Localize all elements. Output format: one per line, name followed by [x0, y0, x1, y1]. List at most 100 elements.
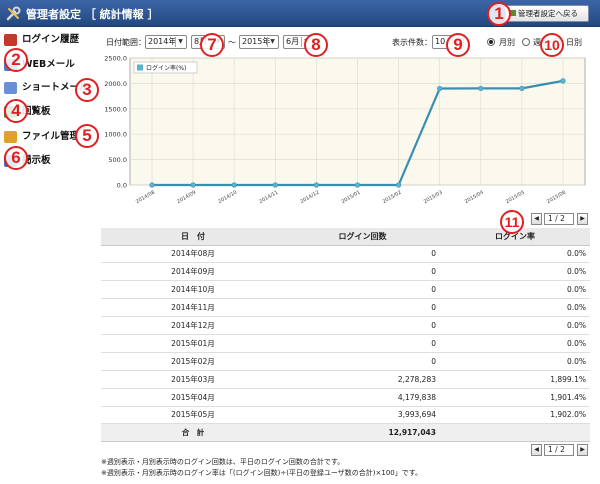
total-login-count: 12,917,043	[285, 423, 440, 443]
y-tick-label: 500.0	[108, 156, 127, 164]
x-tick-label: 2015/04	[464, 190, 485, 206]
data-point	[519, 85, 525, 91]
column-header-login-count: ログイン回数	[285, 228, 440, 246]
page-select[interactable]: 1 / 2	[544, 213, 574, 225]
login-rate-chart: 0.0 500.0 1000.0 1500.0 2000.0 2500.0 2014/08 2…	[101, 52, 590, 212]
page-title: 管理者設定 ［ 統計情報 ］	[26, 8, 159, 21]
short-mail-icon	[4, 82, 17, 94]
cell-login-rate: 0.0%	[440, 280, 590, 300]
to-year-select[interactable]: 2015年 ▼	[239, 35, 279, 49]
table-row: 2014年10月 0 0.0%	[101, 280, 590, 300]
page-select[interactable]: 1 / 2	[544, 444, 574, 456]
callout-marker: 2	[4, 48, 28, 72]
cell-date: 2015年03月	[101, 370, 285, 389]
table-row: 2014年11月 0 0.0%	[101, 298, 590, 318]
table-row: 2015年03月 2,278,283 1,899.1%	[101, 370, 590, 389]
cell-login-rate: 1,902.0%	[440, 406, 590, 425]
data-point	[231, 182, 237, 188]
x-tick-label: 2014/12	[299, 190, 320, 206]
sidebar-item-label: ログイン履歴	[22, 34, 80, 45]
cell-login-rate: 1,901.4%	[440, 388, 590, 407]
period-weekly-radio[interactable]	[522, 38, 530, 46]
callout-marker: 4	[4, 99, 28, 123]
cell-login-count: 0	[285, 316, 440, 335]
callout-marker: 6	[4, 146, 28, 170]
display-count-label: 表示件数：	[392, 38, 432, 47]
table-row: 2015年02月 0 0.0%	[101, 352, 590, 371]
cell-login-count: 4,179,838	[285, 388, 440, 407]
sidebar-item-login-history[interactable]: ログイン履歴	[4, 30, 98, 50]
cell-login-rate: 0.0%	[440, 245, 590, 264]
sidebar-item-label: ファイル管理	[22, 131, 80, 142]
data-point	[478, 85, 484, 92]
date-range-label: 日付範囲：	[106, 38, 146, 47]
footnote: ※週別表示・月別表示時のログイン率は「(ログイン回数)÷(平日の登録ユーザ数の合…	[101, 469, 423, 477]
legend-label: ログイン率(%)	[146, 64, 186, 72]
y-tick-label: 0.0	[117, 182, 127, 190]
x-tick-label: 2015/06	[546, 190, 567, 206]
cell-login-rate: 1,899.1%	[440, 370, 590, 389]
pager-bottom: ◀ 1 / 2 ▶	[531, 444, 591, 457]
cell-date: 2015年01月	[101, 334, 285, 353]
period-daily-label: 日別	[566, 38, 582, 47]
table-row: 2015年04月 4,179,838 1,901.4%	[101, 388, 590, 407]
cell-date: 2015年05月	[101, 406, 285, 425]
data-point	[354, 182, 361, 188]
stats-table: 日 付 ログイン回数 ログイン率 2014年08月 0 0.0% 2014年09月 0 0…	[101, 228, 590, 443]
cell-login-rate: 0.0%	[440, 298, 590, 318]
next-page-button[interactable]: ▶	[577, 444, 588, 456]
x-tick-label: 2015/02	[382, 190, 403, 206]
from-year-select[interactable]: 2014年 ▼	[145, 35, 187, 49]
prev-page-button[interactable]: ◀	[531, 444, 542, 456]
cell-login-rate: 0.0%	[440, 334, 590, 353]
y-tick-label: 1500.0	[104, 105, 127, 113]
table-row: 2014年08月 0 0.0%	[101, 245, 590, 264]
folder-icon	[4, 131, 17, 143]
callout-marker: 11	[500, 210, 524, 234]
callout-marker: 10	[540, 33, 564, 57]
footnotes: ※週別表示・月別表示時のログイン回数は、平日のログイン回数の合計です。 ※週別表…	[101, 457, 422, 479]
cell-login-rate: 0.0%	[440, 262, 590, 282]
from-year-value: 2014年	[148, 37, 177, 46]
back-to-admin-button[interactable]: 管理者設定へ戻る	[505, 5, 589, 22]
next-page-button[interactable]: ▶	[577, 213, 588, 225]
callout-marker: 3	[75, 78, 99, 102]
period-monthly-label: 月別	[499, 38, 515, 47]
period-monthly-radio[interactable]	[487, 38, 495, 46]
callout-marker: 7	[200, 33, 224, 57]
chevron-down-icon: ▼	[175, 37, 185, 47]
data-point	[437, 85, 443, 92]
settings-tools-icon	[6, 6, 21, 21]
display-count-value: 10	[435, 37, 446, 46]
x-tick-label: 2014/11	[258, 190, 279, 206]
chart-svg: 0.0 500.0 1000.0 1500.0 2000.0 2500.0 2014/08 2…	[104, 55, 586, 206]
x-tick-label: 2014/10	[217, 190, 238, 206]
data-point	[272, 182, 278, 188]
sidebar-item-label: WEBメール	[22, 59, 75, 70]
x-tick-label: 2014/09	[176, 190, 197, 206]
cell-date: 2014年09月	[101, 262, 285, 282]
table-row: 2014年09月 0 0.0%	[101, 262, 590, 282]
y-tick-label: 2500.0	[104, 55, 127, 63]
total-label: 合 計	[101, 423, 285, 443]
cell-login-count: 2,278,283	[285, 370, 440, 389]
cell-login-count: 0	[285, 352, 440, 371]
y-tick-label: 1000.0	[104, 131, 127, 139]
callout-marker: 9	[446, 33, 470, 57]
legend-swatch	[137, 64, 143, 71]
y-tick-label: 2000.0	[104, 80, 127, 88]
table-row: 2014年12月 0 0.0%	[101, 316, 590, 335]
table-total-row: 合 計 12,917,043	[101, 423, 590, 443]
to-month-value: 6月	[286, 37, 300, 46]
x-tick-label: 2015/03	[423, 190, 444, 206]
cell-login-count: 3,993,694	[285, 406, 440, 425]
prev-page-button[interactable]: ◀	[531, 213, 542, 225]
cell-date: 2014年12月	[101, 316, 285, 335]
login-history-icon	[4, 34, 17, 46]
x-tick-label: 2015/01	[341, 190, 362, 206]
range-separator: ～	[228, 38, 236, 47]
pager-top: ◀ 1 / 2 ▶	[531, 213, 591, 226]
cell-login-count: 0	[285, 280, 440, 300]
data-point	[560, 78, 566, 84]
callout-marker: 1	[487, 2, 511, 26]
